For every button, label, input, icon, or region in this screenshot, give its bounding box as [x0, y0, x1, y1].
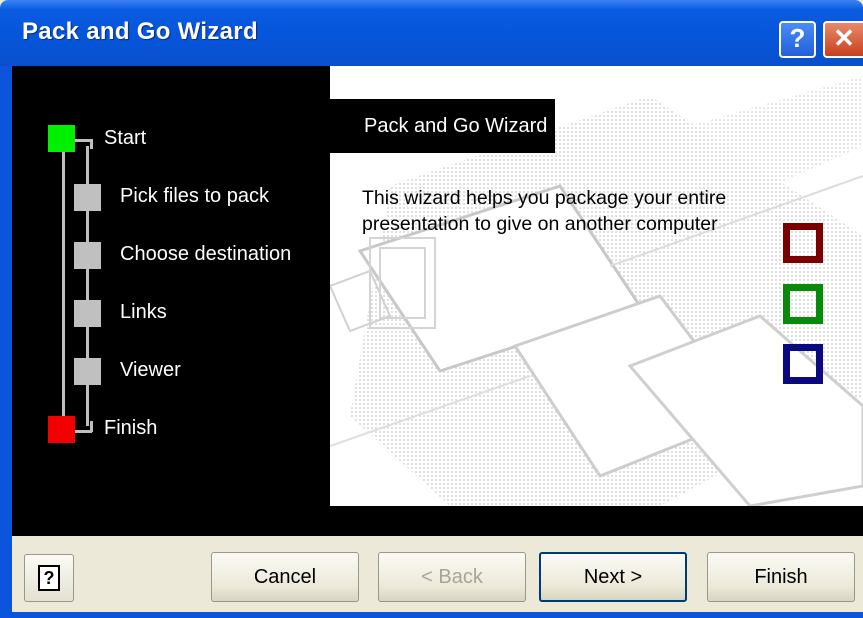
- content-banner-title: Pack and Go Wizard: [364, 115, 548, 137]
- step-links-marker: [74, 300, 101, 327]
- finish-button[interactable]: Finish: [707, 552, 855, 602]
- step-finish-marker: [48, 416, 75, 443]
- step-viewer-marker: [74, 358, 101, 385]
- step-start-marker: [48, 125, 75, 152]
- description-line-1: This wizard helps you package your entir…: [362, 187, 727, 209]
- window-title: Pack and Go Wizard: [22, 18, 258, 45]
- blue-square-icon: [783, 344, 823, 384]
- tree-branch-finish-up: [90, 421, 93, 432]
- wizard-body: Start Pick files to pack Choose destinat…: [12, 66, 863, 536]
- step-destination-marker: [74, 242, 101, 269]
- titlebar-close-button[interactable]: ✕: [823, 21, 863, 58]
- dialog-client: Start Pick files to pack Choose destinat…: [12, 66, 863, 612]
- wizard-description: This wizard helps you package your entir…: [362, 185, 782, 237]
- back-button[interactable]: < Back: [378, 552, 526, 602]
- dialog-frame: Start Pick files to pack Choose destinat…: [0, 66, 863, 618]
- step-label-links: Links: [120, 301, 167, 323]
- next-button[interactable]: Next >: [539, 552, 687, 602]
- step-label-pick-files: Pick files to pack: [120, 185, 269, 207]
- step-pick-files-marker: [74, 184, 101, 211]
- close-icon: ✕: [833, 23, 855, 53]
- green-square-icon: [783, 284, 823, 324]
- help-button[interactable]: ?: [24, 554, 74, 602]
- tree-branch-start-down: [90, 139, 93, 149]
- step-label-finish: Finish: [104, 417, 158, 439]
- step-label-destination: Choose destination: [120, 243, 292, 265]
- description-line-2: presentation to give on another computer: [362, 213, 718, 235]
- step-label-viewer: Viewer: [120, 359, 181, 381]
- tree-trunk: [62, 143, 65, 431]
- help-icon: ?: [38, 565, 60, 591]
- red-square-icon: [783, 223, 823, 263]
- step-label-start: Start: [104, 127, 147, 149]
- titlebar-help-button[interactable]: ?: [779, 21, 816, 58]
- cancel-button[interactable]: Cancel: [211, 552, 359, 602]
- title-bar[interactable]: Pack and Go Wizard ? ✕: [0, 0, 863, 66]
